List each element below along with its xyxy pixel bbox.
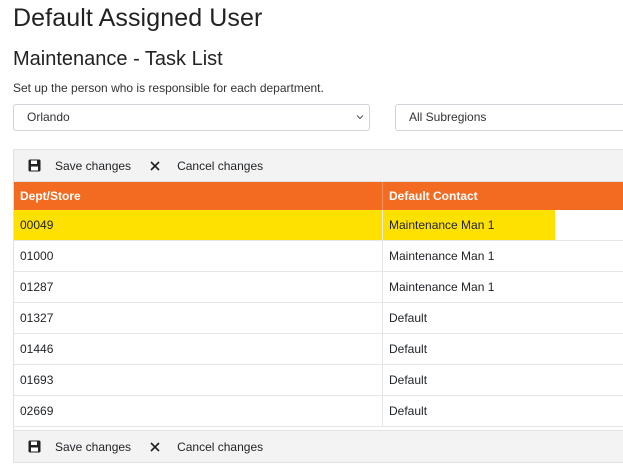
contact-cell[interactable]: Default [383,396,427,426]
contact-cell[interactable]: Maintenance Man 1 [383,241,494,271]
contact-cell[interactable]: Default [383,334,427,364]
table-header: Dept/Store Default Contact [14,182,623,210]
task-list-grid: Save changes Cancel changes Dept/Store D… [13,149,623,463]
dept-cell[interactable]: 01287 [14,272,383,302]
subregion-select[interactable]: All Subregions [395,104,623,131]
chevron-down-icon [356,113,364,121]
dept-cell[interactable]: 01693 [14,365,383,395]
floppy-disk-icon [27,159,41,173]
subregion-select-value: All Subregions [409,110,487,124]
grid-toolbar-bottom: Save changes Cancel changes [14,430,623,462]
page-title: Default Assigned User [13,4,263,32]
column-header-dept[interactable]: Dept/Store [14,182,383,210]
cancel-changes-button[interactable]: Cancel changes [148,440,263,454]
section-title: Maintenance - Task List [13,48,223,70]
region-select-value: Orlando [27,110,70,124]
table-row[interactable]: 01000 Maintenance Man 1 [14,241,623,272]
dept-cell[interactable]: 01446 [14,334,383,364]
cancel-changes-button[interactable]: Cancel changes [148,159,263,173]
region-select[interactable]: Orlando [13,104,370,131]
dept-cell[interactable]: 00049 [14,210,383,240]
save-changes-label: Save changes [55,439,132,454]
table-row[interactable]: 01693 Default [14,365,623,396]
save-changes-button[interactable]: Save changes [27,440,131,454]
page-description: Set up the person who is responsible for… [13,81,324,95]
dept-cell[interactable]: 01000 [14,241,383,271]
table-row[interactable]: 00049 Maintenance Man 1 [14,210,623,241]
column-header-contact[interactable]: Default Contact [383,182,478,210]
floppy-disk-icon [27,440,41,454]
dept-cell[interactable]: 01327 [14,303,383,333]
close-icon [148,159,162,173]
cancel-changes-label: Cancel changes [177,439,264,454]
contact-cell[interactable]: Default [383,365,427,395]
contact-cell[interactable]: Default [383,303,427,333]
save-changes-label: Save changes [55,158,132,173]
contact-cell[interactable]: Maintenance Man 1 [383,272,494,302]
table-row[interactable]: 02669 Default [14,396,623,427]
save-changes-button[interactable]: Save changes [27,159,131,173]
contact-cell[interactable]: Maintenance Man 1 [383,210,555,240]
grid-toolbar-top: Save changes Cancel changes [14,150,623,182]
table-row[interactable]: 01446 Default [14,334,623,365]
cancel-changes-label: Cancel changes [177,158,264,173]
dept-cell[interactable]: 02669 [14,396,383,426]
table-row[interactable]: 01327 Default [14,303,623,334]
table-row[interactable]: 01287 Maintenance Man 1 [14,272,623,303]
close-icon [148,440,162,454]
